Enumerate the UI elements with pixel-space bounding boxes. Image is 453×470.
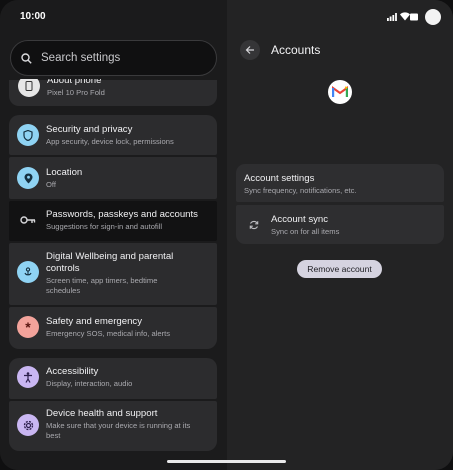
location-title: Location bbox=[46, 167, 83, 178]
location-subtitle: Off bbox=[46, 180, 56, 189]
digital-wellbeing-title-line1: Digital Wellbeing and parental bbox=[46, 251, 174, 262]
status-bar: 10:00 bbox=[0, 0, 453, 32]
passwords-accounts-subtitle: Suggestions for sign-in and autofill bbox=[46, 222, 163, 231]
security-privacy-subtitle: App security, device lock, permissions bbox=[46, 137, 174, 146]
gear-icon bbox=[17, 414, 39, 436]
digital-wellbeing-subtitle-line2: schedules bbox=[46, 286, 81, 295]
accessibility-title: Accessibility bbox=[46, 366, 99, 377]
account-sync-title: Account sync bbox=[271, 214, 329, 225]
back-arrow-icon bbox=[245, 46, 254, 54]
device-health-subtitle-line2: best bbox=[46, 431, 61, 440]
accessibility-item[interactable]: Accessibility Display, interaction, audi… bbox=[9, 366, 217, 389]
safety-emergency-title: Safety and emergency bbox=[46, 316, 142, 327]
location-item[interactable]: Location Off bbox=[9, 167, 217, 190]
safety-emergency-subtitle: Emergency SOS, medical info, alerts bbox=[46, 329, 171, 338]
account-settings-title: Account settings bbox=[244, 173, 315, 184]
account-settings-subtitle: Sync frequency, notifications, etc. bbox=[244, 186, 357, 195]
device-health-item[interactable]: Device health and support Make sure that… bbox=[9, 408, 217, 441]
search-icon bbox=[21, 52, 32, 64]
digital-wellbeing-item[interactable]: Digital Wellbeing and parental controls … bbox=[9, 251, 217, 296]
sync-icon bbox=[249, 220, 259, 230]
wifi-icon bbox=[400, 12, 410, 21]
camera-cutout bbox=[425, 9, 441, 25]
location-pin-icon bbox=[17, 167, 39, 189]
passwords-accounts-title: Passwords, passkeys and accounts bbox=[46, 209, 198, 220]
account-sync-item[interactable]: Account sync Sync on for all items bbox=[236, 205, 444, 244]
accessibility-subtitle: Display, interaction, audio bbox=[46, 379, 133, 388]
device-health-title: Device health and support bbox=[46, 408, 158, 419]
back-button[interactable] bbox=[240, 40, 260, 60]
settings-list-pane: Search settings About phone Pixel 10 Pro… bbox=[0, 0, 227, 470]
security-privacy-item[interactable]: Security and privacy App security, devic… bbox=[9, 124, 217, 147]
shield-icon bbox=[17, 124, 39, 146]
passwords-accounts-item[interactable]: Passwords, passkeys and accounts Suggest… bbox=[9, 209, 217, 232]
gmail-logo-icon bbox=[328, 80, 352, 104]
remove-account-button[interactable]: Remove account bbox=[297, 260, 382, 278]
account-sync-subtitle: Sync on for all items bbox=[271, 227, 340, 236]
search-settings-bar[interactable]: Search settings bbox=[10, 40, 217, 76]
status-time: 10:00 bbox=[20, 11, 46, 22]
account-settings-item[interactable]: Account settings Sync frequency, notific… bbox=[236, 164, 444, 202]
battery-icon bbox=[410, 13, 418, 21]
search-placeholder: Search settings bbox=[41, 52, 121, 64]
digital-wellbeing-title-line2: controls bbox=[46, 263, 80, 274]
about-phone-item[interactable]: About phone Pixel 10 Pro Fold bbox=[9, 79, 217, 99]
key-icon bbox=[17, 209, 39, 231]
gesture-home-bar[interactable] bbox=[167, 460, 286, 463]
accounts-page-title: Accounts bbox=[271, 43, 321, 57]
device-health-subtitle-line1: Make sure that your device is running at… bbox=[46, 421, 191, 430]
about-phone-title: About phone bbox=[47, 79, 102, 86]
safety-emergency-item[interactable]: * Safety and emergency Emergency SOS, me… bbox=[9, 316, 217, 339]
security-privacy-title: Security and privacy bbox=[46, 124, 133, 135]
phone-icon bbox=[18, 79, 40, 97]
device-frame: 10:00 Search settings About phone Pixel … bbox=[0, 0, 453, 470]
wellbeing-icon bbox=[17, 261, 39, 283]
cell-signal-icon bbox=[387, 13, 397, 21]
about-phone-subtitle: Pixel 10 Pro Fold bbox=[47, 88, 105, 97]
digital-wellbeing-subtitle-line1: Screen time, app timers, bedtime bbox=[46, 276, 158, 285]
asterisk-icon: * bbox=[17, 316, 39, 338]
accessibility-person-icon bbox=[17, 366, 39, 388]
